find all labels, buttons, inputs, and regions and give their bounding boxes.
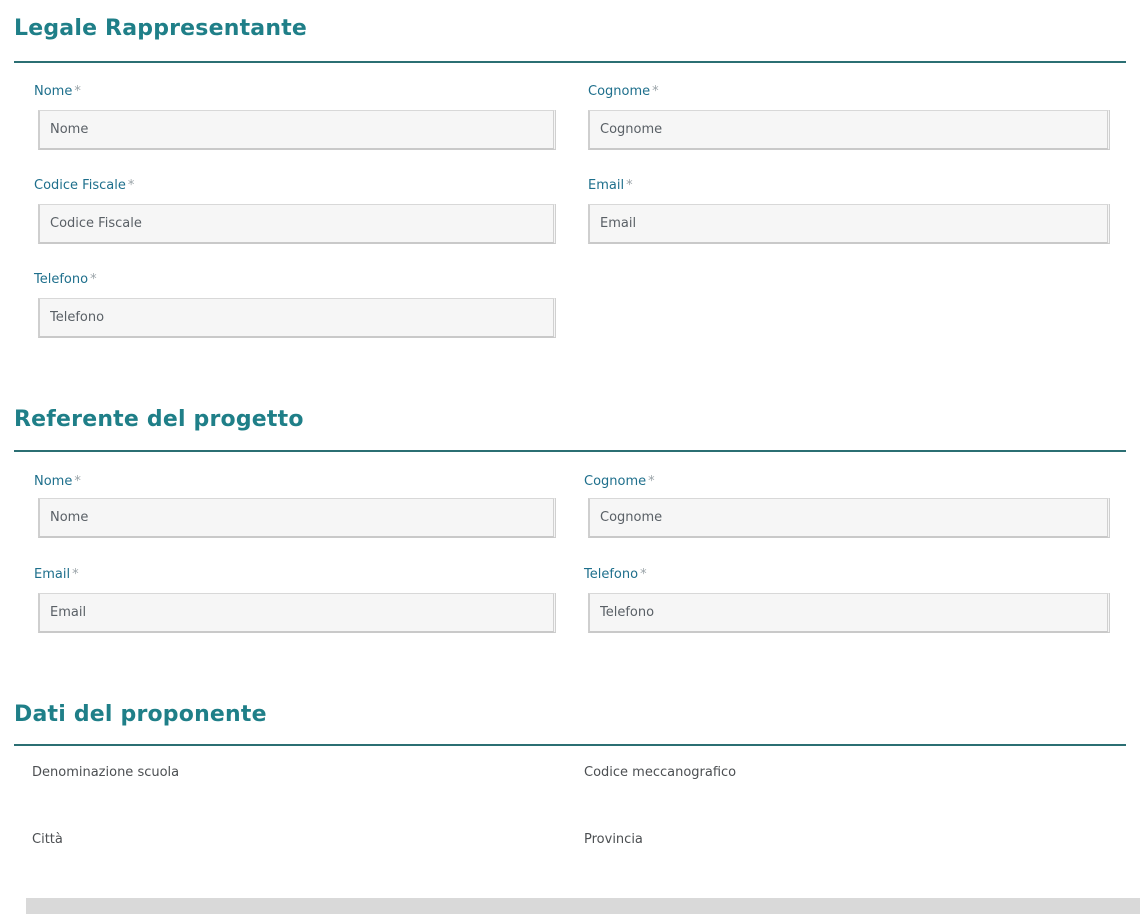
referente-email-label: Email *	[34, 567, 79, 582]
required-marker: *	[626, 178, 633, 193]
cognome-label: Cognome *	[588, 84, 659, 99]
required-marker: *	[127, 178, 135, 193]
referente-email-input[interactable]	[38, 593, 556, 633]
referente-cognome-label: Cognome *	[584, 474, 655, 489]
required-marker: *	[74, 84, 81, 99]
referente-cognome-input[interactable]	[588, 498, 1110, 538]
required-marker: *	[74, 474, 81, 489]
section-divider	[14, 450, 1126, 452]
referente-nome-label: Nome *	[34, 474, 81, 489]
referente-nome-input[interactable]	[38, 498, 556, 538]
referente-nome-label-text: Nome	[34, 474, 73, 489]
telefono-label: Telefono *	[34, 272, 97, 287]
required-marker: *	[648, 474, 655, 489]
required-marker: *	[90, 272, 97, 287]
section-title: Dati del proponente	[14, 702, 267, 727]
section-divider	[14, 61, 1126, 63]
required-marker: *	[640, 567, 647, 582]
codice-meccanografico-label: Codice meccanografico	[584, 765, 737, 780]
codice-fiscale-input[interactable]	[38, 204, 556, 244]
codice-fiscale-label: Codice Fiscale *	[34, 178, 134, 193]
codice-fiscale-label-text: Codice Fiscale	[34, 178, 126, 193]
referente-telefono-label: Telefono *	[584, 567, 647, 582]
section-divider	[14, 744, 1126, 746]
cognome-label-text: Cognome	[588, 84, 651, 99]
nome-label: Nome *	[34, 84, 81, 99]
referente-telefono-label-text: Telefono	[584, 567, 639, 582]
provincia-label: Provincia	[584, 832, 643, 847]
cognome-input[interactable]	[588, 110, 1110, 150]
email-label: Email *	[588, 178, 633, 193]
email-label-text: Email	[588, 178, 625, 193]
telefono-label-text: Telefono	[34, 272, 89, 287]
required-marker: *	[72, 567, 79, 582]
required-marker: *	[652, 84, 659, 99]
referente-email-label-text: Email	[34, 567, 71, 582]
nome-input[interactable]	[38, 110, 556, 150]
telefono-input[interactable]	[38, 298, 556, 338]
email-input[interactable]	[588, 204, 1110, 244]
referente-cognome-label-text: Cognome	[584, 474, 647, 489]
section-title: Legale Rappresentante	[14, 16, 308, 41]
denominazione-scuola-label: Denominazione scuola	[32, 765, 180, 780]
citta-label: Città	[32, 832, 63, 847]
nome-label-text: Nome	[34, 84, 73, 99]
page-bottom-shadow	[26, 898, 1140, 914]
form-page: Legale Rappresentante Nome* Cognome* Cod…	[0, 0, 1140, 900]
referente-telefono-input[interactable]	[588, 593, 1110, 633]
section-title: Referente del progetto	[14, 407, 304, 432]
